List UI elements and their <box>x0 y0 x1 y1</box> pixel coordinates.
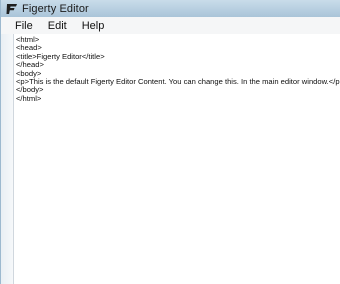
editor-line: <html> <box>16 35 40 44</box>
editor-line: </body> <box>16 85 44 95</box>
menu-edit[interactable]: Edit <box>40 20 74 32</box>
menu-help[interactable]: Help <box>74 20 112 32</box>
menu-bar: File Edit Help <box>1 17 340 35</box>
editor-line: </head> <box>16 60 44 70</box>
window-title: Figerty Editor <box>22 2 89 15</box>
menu-file[interactable]: File <box>1 20 40 32</box>
window-left-border <box>1 34 13 284</box>
editor-line: <p>This is the default Figerty Editor Co… <box>16 76 340 86</box>
figerty-logo-icon[interactable] <box>5 2 18 15</box>
editor-text-area[interactable]: <html> <head> <title>Figerty Editor</tit… <box>13 34 340 284</box>
editor-line: <title>Figerty Editor</title> <box>16 51 105 61</box>
title-bar[interactable]: Figerty Editor <box>1 0 340 17</box>
app-window: Figerty Editor File Edit Help <html> <he… <box>0 0 340 284</box>
editor-line: </html> <box>16 93 42 103</box>
